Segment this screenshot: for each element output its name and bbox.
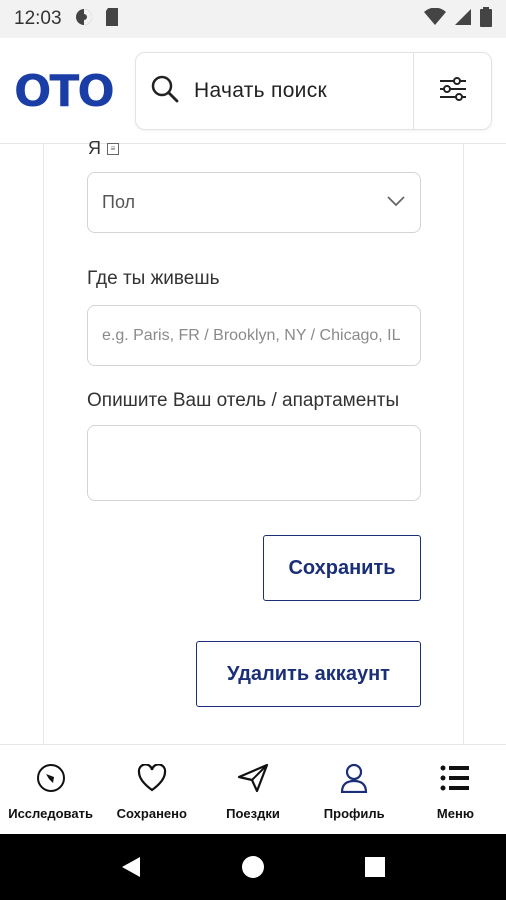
recents-square-icon [365, 857, 385, 877]
profile-form: Я ≡ Пол Где ты живешь Опишите Ваш отель … [43, 138, 464, 744]
nav-label-explore: Исследовать [8, 806, 93, 821]
menu-icon [440, 762, 470, 794]
logo[interactable]: OTO [14, 70, 115, 114]
sd-card-icon [104, 7, 120, 32]
search-icon [150, 74, 180, 109]
gender-select[interactable]: Пол [87, 172, 421, 233]
gender-select-value: Пол [102, 192, 136, 212]
nav-label-saved: Сохранено [116, 806, 187, 821]
nav-item-menu[interactable]: Меню [405, 745, 506, 834]
wifi-icon [424, 7, 446, 31]
nav-item-explore[interactable]: Исследовать [0, 745, 101, 834]
nav-item-trips[interactable]: Поездки [202, 745, 303, 834]
paper-plane-icon [237, 762, 269, 794]
nav-item-profile[interactable]: Профиль [304, 745, 405, 834]
app-header: OTO Начать поиск [0, 38, 506, 144]
status-bar: 12:03 [0, 0, 506, 38]
nav-item-saved[interactable]: Сохранено [101, 745, 202, 834]
home-button[interactable] [228, 842, 278, 892]
search-label: Начать поиск [194, 79, 328, 102]
field-label-partial: Я ≡ [88, 138, 119, 159]
recents-button[interactable] [350, 842, 400, 892]
compass-icon [36, 762, 66, 794]
info-icon: ≡ [107, 142, 119, 155]
status-time: 12:03 [14, 8, 62, 29]
search-button[interactable]: Начать поиск [136, 53, 413, 129]
heart-icon [137, 762, 167, 794]
chevron-down-icon [386, 194, 406, 212]
partial-label-text: Я [88, 138, 101, 158]
nav-label-profile: Профиль [323, 806, 385, 821]
vpn-icon [74, 7, 94, 32]
nav-label-menu: Меню [436, 806, 474, 821]
save-button[interactable]: Сохранить [263, 535, 421, 601]
delete-account-button[interactable]: Удалить аккаунт [196, 641, 421, 707]
back-triangle-icon [122, 857, 140, 877]
filter-button[interactable] [413, 53, 491, 129]
description-textarea[interactable] [87, 425, 421, 501]
location-label: Где ты живешь [87, 268, 220, 289]
system-nav-bar [0, 834, 506, 900]
search-bar: Начать поиск [135, 52, 492, 130]
description-label: Опишите Ваш отель / апартаменты [87, 390, 400, 411]
location-input[interactable] [87, 305, 421, 366]
home-circle-icon [242, 856, 264, 878]
back-button[interactable] [106, 842, 156, 892]
signal-icon [454, 8, 472, 31]
user-icon [340, 762, 368, 794]
nav-label-trips: Поездки [226, 806, 280, 821]
battery-icon [480, 6, 492, 32]
filter-icon [438, 74, 468, 109]
bottom-nav: Исследовать Сохранено Поездки Профиль Ме… [0, 744, 506, 834]
